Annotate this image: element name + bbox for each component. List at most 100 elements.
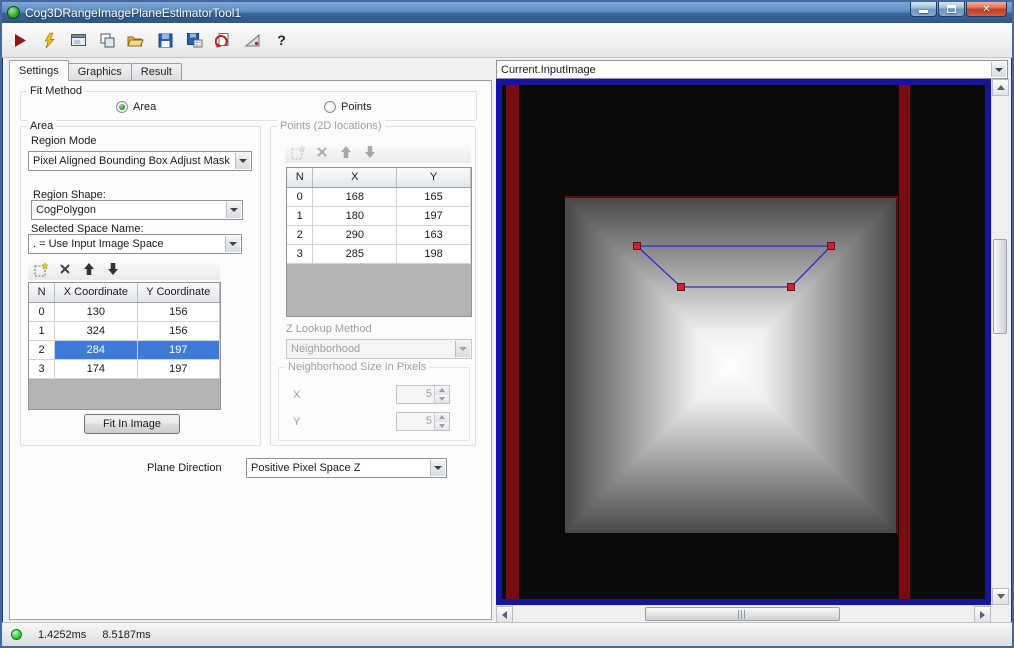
delete-icon [315,145,329,159]
coordinate-cell[interactable]: 324 [55,321,137,340]
coordinate-cell[interactable]: 163 [397,225,471,244]
reset-button[interactable] [210,27,236,53]
coordinate-cell[interactable]: 284 [55,340,137,359]
coordinate-cell[interactable]: 174 [55,359,137,378]
region-shape-combo[interactable]: CogPolygon [31,200,243,220]
coordinate-cell[interactable]: 285 [313,244,397,263]
close-button[interactable]: ✕ [966,2,1007,17]
polygon-handle[interactable] [828,243,835,250]
coordinate-cell[interactable]: 197 [397,206,471,225]
chevron-down-icon[interactable] [235,153,250,169]
display-source-combo[interactable]: Current.InputImage [496,60,1008,79]
row-index-cell[interactable]: 0 [29,302,55,321]
plane-direction-combo[interactable]: Positive Pixel Space Z [246,458,447,478]
image-display-button[interactable] [65,27,91,53]
points-grid[interactable]: N X Y 0168165118019722901633285198 [286,167,472,317]
chevron-down-icon[interactable] [430,460,445,476]
image-viewport[interactable] [496,79,991,605]
row-index-cell[interactable]: 1 [29,321,55,340]
fit-method-label: Fit Method [27,85,85,97]
polygon-handle[interactable] [678,284,685,291]
save-icon [157,32,174,49]
col-header-y[interactable]: Y [397,168,471,187]
scroll-left-button[interactable] [496,606,513,623]
coordinate-cell[interactable]: 180 [313,206,397,225]
coordinate-cell[interactable]: 197 [137,359,219,378]
grid-row[interactable]: 3174197 [29,359,220,378]
grid-row[interactable]: 2290163 [287,225,471,244]
move-vertex-up-button[interactable] [79,260,99,278]
row-index-cell[interactable]: 2 [29,340,55,359]
move-point-down-button[interactable] [360,143,380,161]
col-header-n[interactable]: N [29,283,55,302]
add-vertex-button[interactable] [31,260,51,278]
grid-row[interactable]: 2284197 [29,340,220,359]
grid-row[interactable]: 3285198 [287,244,471,263]
tab-graphics[interactable]: Graphics [68,63,132,80]
row-index-cell[interactable]: 3 [29,359,55,378]
add-point-button[interactable] [288,143,308,161]
open-file-button[interactable] [123,27,149,53]
row-index-cell[interactable]: 1 [287,206,313,225]
horizontal-scroll-thumb[interactable] [645,607,840,621]
coordinate-cell[interactable]: 156 [137,302,219,321]
coordinate-cell[interactable]: 290 [313,225,397,244]
save-results-icon [186,32,203,49]
delete-vertex-button[interactable] [55,260,75,278]
fit-in-image-button[interactable]: Fit In Image [84,414,180,434]
run-button[interactable] [7,27,33,53]
vertical-scrollbar[interactable] [991,79,1008,605]
fit-method-area-radio[interactable]: Area [116,101,156,113]
move-point-up-button[interactable] [336,143,356,161]
coordinate-cell[interactable]: 198 [397,244,471,263]
title-bar[interactable]: Cog3DRangeImagePlaneEstimatorTool1 ✕ [2,2,1012,23]
fit-method-group: Fit Method Area Points [20,91,477,121]
col-header-x[interactable]: X [313,168,397,187]
help-button[interactable]: ? [268,27,294,53]
grid-row[interactable]: 1324156 [29,321,220,340]
move-vertex-down-button[interactable] [103,260,123,278]
electric-run-button[interactable] [36,27,62,53]
scroll-right-button[interactable] [974,606,991,623]
fit-method-points-radio[interactable]: Points [324,101,372,113]
minimize-button[interactable] [910,2,937,17]
grid-row[interactable]: 1180197 [287,206,471,225]
delete-point-button[interactable] [312,143,332,161]
chevron-down-icon[interactable] [991,62,1006,77]
radio-area-label: Area [133,101,156,113]
row-index-cell[interactable]: 2 [287,225,313,244]
region-polygon-overlay[interactable] [502,85,985,599]
row-index-cell[interactable]: 0 [287,187,313,206]
status-bar: 1.4252ms 8.5187ms [2,622,1012,646]
tab-settings[interactable]: Settings [9,60,69,81]
col-header-y[interactable]: Y Coordinate [137,283,219,302]
polygon-handle[interactable] [788,284,795,291]
space-name-combo[interactable]: . = Use Input Image Space [28,234,242,254]
save-results-button[interactable] [181,27,207,53]
angle-tool-button[interactable] [239,27,265,53]
coordinate-cell[interactable]: 168 [313,187,397,206]
maximize-button[interactable] [938,2,965,17]
new-window-button[interactable] [94,27,120,53]
col-header-x[interactable]: X Coordinate [55,283,137,302]
scroll-down-button[interactable] [992,588,1009,605]
region-mode-combo[interactable]: Pixel Aligned Bounding Box Adjust Mask [28,151,252,171]
coordinate-cell[interactable]: 130 [55,302,137,321]
region-polygon[interactable] [637,246,831,287]
tab-result[interactable]: Result [131,63,182,80]
coordinate-cell[interactable]: 165 [397,187,471,206]
chevron-down-icon[interactable] [225,236,240,252]
vertical-scroll-thumb[interactable] [993,239,1007,334]
chevron-down-icon[interactable] [226,202,241,218]
coordinate-cell[interactable]: 156 [137,321,219,340]
horizontal-scrollbar[interactable] [496,605,991,622]
row-index-cell[interactable]: 3 [287,244,313,263]
grid-row[interactable]: 0168165 [287,187,471,206]
polygon-handle[interactable] [634,243,641,250]
save-button[interactable] [152,27,178,53]
coordinate-cell[interactable]: 197 [137,340,219,359]
col-header-n[interactable]: N [287,168,313,187]
area-vertex-grid[interactable]: N X Coordinate Y Coordinate 013015613241… [28,282,221,410]
grid-row[interactable]: 0130156 [29,302,220,321]
scroll-up-button[interactable] [992,79,1009,96]
